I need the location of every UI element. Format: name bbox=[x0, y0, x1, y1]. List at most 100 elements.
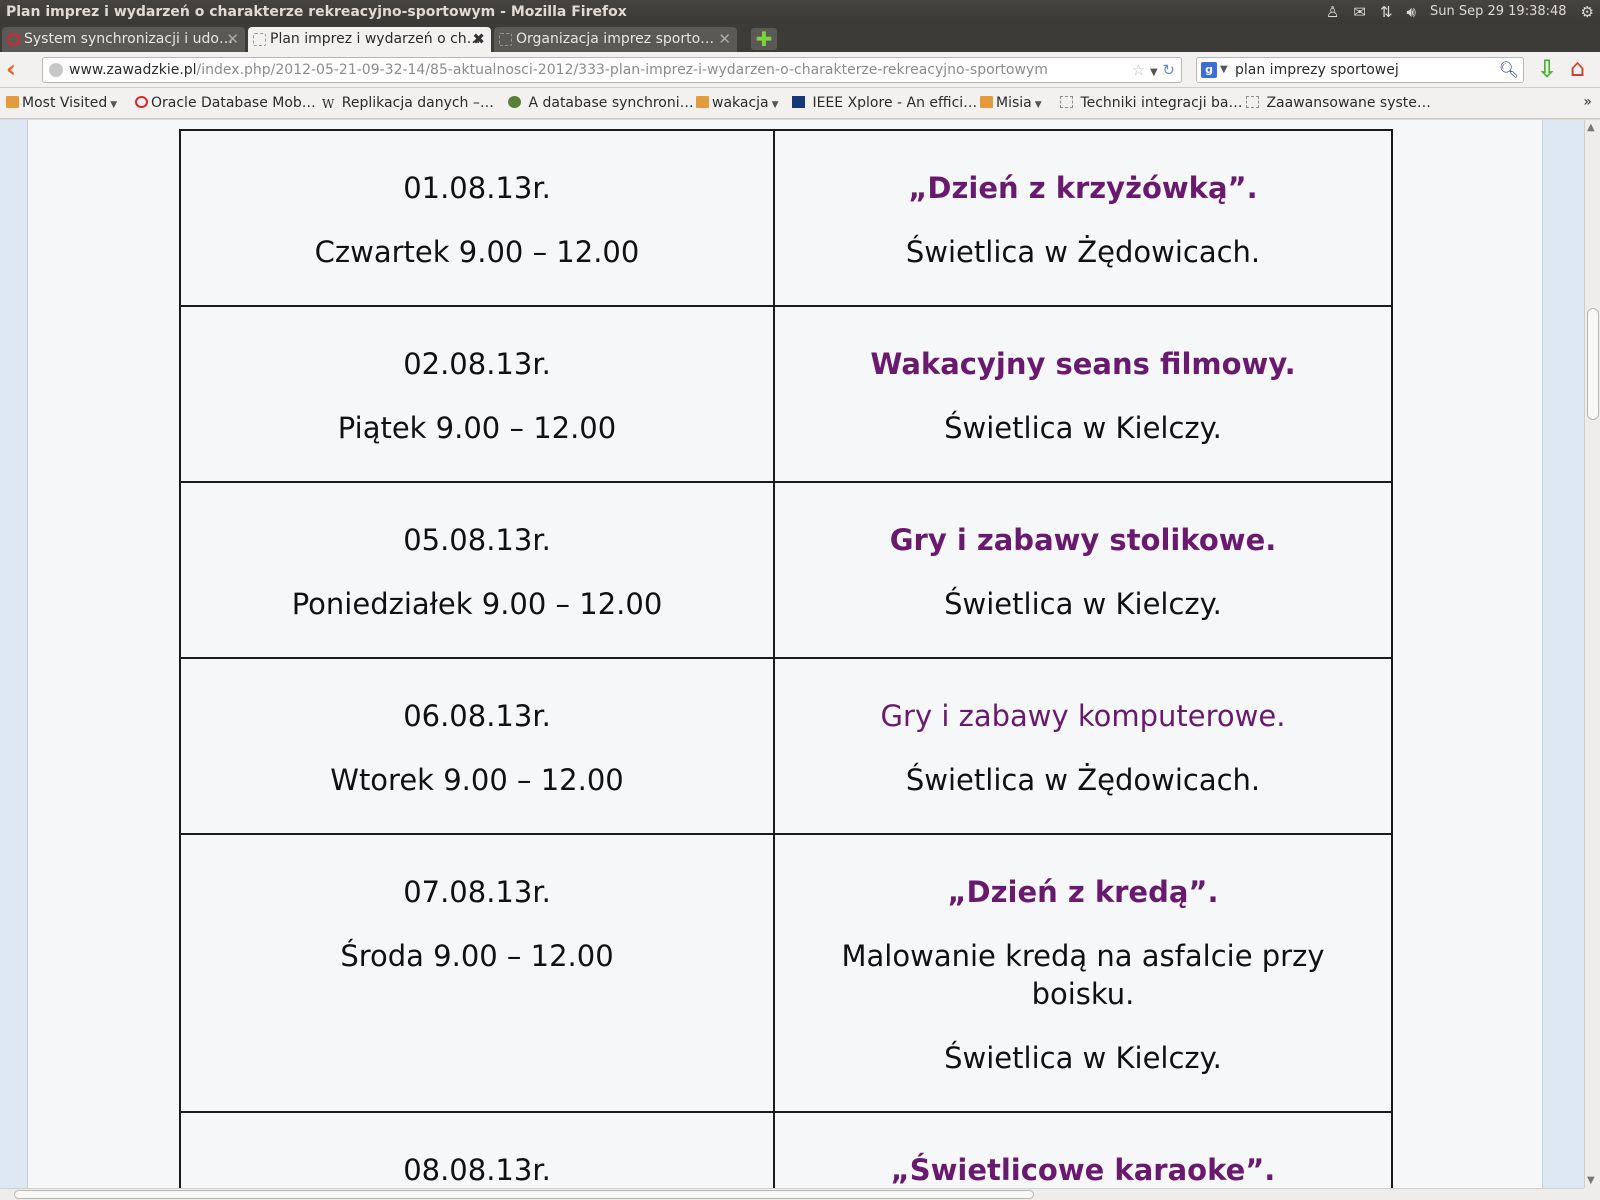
accessibility-icon[interactable]: ♙ bbox=[1326, 0, 1339, 24]
schedule-row: 07.08.13r. Środa 9.00 – 12.00 „Dzień z kre… bbox=[179, 833, 1393, 1113]
close-icon[interactable]: ✕ bbox=[226, 27, 239, 52]
close-icon[interactable]: ✖ bbox=[472, 27, 485, 52]
download-icon[interactable]: ⇩ bbox=[1537, 56, 1557, 82]
event-cell: „Dzień z kredą”. Malowanie kredą na asfal… bbox=[773, 833, 1393, 1113]
tab-bar: System synchronizacji i udo… ✕ Plan impr… bbox=[0, 24, 1600, 52]
new-tab-button[interactable]: ✚ bbox=[751, 28, 777, 50]
oracle-icon bbox=[7, 33, 20, 46]
date-cell: 01.08.13r. Czwartek 9.00 – 12.00 bbox=[179, 129, 775, 307]
bookmarks-toolbar: Most Visited ▼ Oracle Database Mob… W Rep… bbox=[0, 88, 1600, 119]
navigation-toolbar: ‹ www.zawadzkie.pl/index.php/2012-05-21-… bbox=[0, 52, 1600, 88]
event-cell: „Dzień z krzyżówką”. Świetlica w Żędowica… bbox=[773, 129, 1393, 307]
event-cell: Gry i zabawy komputerowe. Świetlica w Żęd… bbox=[773, 657, 1393, 835]
chevron-down-icon: ▼ bbox=[1034, 100, 1042, 110]
event-date: 01.08.13r. bbox=[403, 171, 551, 205]
tab-label: System synchronizacji i udo… bbox=[24, 31, 233, 47]
horizontal-scrollbar[interactable] bbox=[0, 1188, 1584, 1200]
date-cell: 08.08.13r. bbox=[179, 1111, 775, 1188]
folder-icon bbox=[6, 96, 19, 108]
search-input[interactable]: g ▼ plan imprezy sportowej 🔍︎ bbox=[1196, 57, 1524, 83]
bookmark-label: Oracle Database Mob… bbox=[151, 95, 316, 111]
chevron-down-icon[interactable]: ▼ bbox=[1150, 67, 1158, 78]
ieee-icon bbox=[792, 96, 805, 108]
event-place: Świetlica w Kielczy. bbox=[944, 1041, 1222, 1075]
bookmark-wakacja[interactable]: wakacja ▼ bbox=[696, 95, 779, 111]
tab-organizacja-imprez[interactable]: Organizacja imprez sporto… ✕ bbox=[494, 27, 737, 52]
bookmark-replikacja[interactable]: W Replikacja danych –… bbox=[322, 95, 494, 111]
gear-icon bbox=[508, 96, 521, 108]
blank-page-icon bbox=[253, 33, 266, 46]
event-title: „Świetlicowe karaoke”. bbox=[890, 1153, 1276, 1187]
bookmark-misia[interactable]: Misia ▼ bbox=[980, 95, 1042, 111]
event-details: Malowanie kredą na asfalcie przy boisku. bbox=[841, 939, 1325, 1011]
clock[interactable]: Sun Sep 29 19:38:48 bbox=[1430, 0, 1567, 24]
reload-icon[interactable]: ↻ bbox=[1162, 61, 1175, 79]
bookmark-most-visited[interactable]: Most Visited ▼ bbox=[6, 95, 117, 111]
bookmark-label: IEEE Xplore - An effici… bbox=[812, 95, 978, 111]
scroll-thumb[interactable] bbox=[14, 1190, 1034, 1199]
event-date: 08.08.13r. bbox=[403, 1153, 551, 1187]
event-place: Świetlica w Żędowicach. bbox=[905, 763, 1261, 797]
bookmark-label: Techniki integracji ba… bbox=[1080, 95, 1243, 111]
event-title: „Dzień z kredą”. bbox=[947, 875, 1219, 909]
event-date: 02.08.13r. bbox=[403, 347, 551, 381]
tab-plan-imprez[interactable]: Plan imprez i wydarzeń o ch… ✖ bbox=[248, 27, 491, 52]
schedule-row: 01.08.13r. Czwartek 9.00 – 12.00 „Dzień z … bbox=[179, 129, 1393, 307]
schedule-row: 08.08.13r. „Świetlicowe karaoke”. bbox=[179, 1111, 1393, 1188]
search-icon[interactable]: 🔍︎ bbox=[1499, 58, 1519, 82]
back-button[interactable]: ‹ bbox=[6, 57, 16, 81]
network-icon[interactable]: ⇅ bbox=[1380, 0, 1393, 24]
bookmark-oracle[interactable]: Oracle Database Mob… bbox=[135, 95, 316, 111]
vertical-scrollbar[interactable]: ▲ ▼ bbox=[1584, 120, 1600, 1188]
event-place: Świetlica w Kielczy. bbox=[944, 411, 1222, 445]
mail-icon[interactable]: ✉ bbox=[1353, 0, 1366, 24]
window-title: Plan imprez i wydarzeń o charakterze rek… bbox=[6, 4, 627, 20]
chevron-down-icon[interactable]: ▼ bbox=[1587, 1175, 1595, 1186]
gear-icon[interactable]: ⚙ bbox=[1581, 0, 1594, 24]
bookmark-database-synchroni[interactable]: A database synchroni… bbox=[508, 95, 694, 111]
chevron-down-icon[interactable]: ▼ bbox=[1220, 58, 1228, 82]
bookmark-label: Most Visited bbox=[22, 95, 108, 111]
event-time: Czwartek 9.00 – 12.00 bbox=[314, 235, 640, 269]
tab-system-synchronizacji[interactable]: System synchronizacji i udo… ✕ bbox=[2, 27, 245, 52]
blank-page-icon bbox=[1060, 96, 1073, 108]
wikipedia-icon: W bbox=[322, 97, 335, 111]
page-viewport: 01.08.13r. Czwartek 9.00 – 12.00 „Dzień z … bbox=[0, 120, 1584, 1188]
event-time: Środa 9.00 – 12.00 bbox=[340, 939, 614, 973]
event-title: Gry i zabawy komputerowe. bbox=[880, 699, 1286, 733]
window-titlebar: Plan imprez i wydarzeń o charakterze rek… bbox=[0, 0, 1600, 24]
close-icon[interactable]: ✕ bbox=[718, 27, 731, 52]
event-cell: Gry i zabawy stolikowe. Świetlica w Kielc… bbox=[773, 481, 1393, 659]
schedule-row: 02.08.13r. Piątek 9.00 – 12.00 Wakacyjny s… bbox=[179, 305, 1393, 483]
chevron-right-icon[interactable]: » bbox=[1583, 94, 1592, 110]
chevron-up-icon[interactable]: ▲ bbox=[1587, 122, 1595, 133]
system-tray: ♙ ✉ ⇅ 🔊︎ Sun Sep 29 19:38:48 ⚙ bbox=[1326, 0, 1594, 24]
volume-icon[interactable]: 🔊︎ bbox=[1407, 0, 1416, 24]
bookmark-label: wakacja bbox=[712, 95, 769, 111]
home-icon[interactable]: ⌂ bbox=[1570, 54, 1585, 82]
globe-icon bbox=[49, 63, 63, 77]
star-icon[interactable]: ☆ bbox=[1132, 61, 1145, 79]
scroll-thumb[interactable] bbox=[1587, 308, 1599, 420]
event-date: 06.08.13r. bbox=[403, 699, 551, 733]
bookmark-label: Replikacja danych –… bbox=[341, 95, 494, 111]
url-host: www.zawadzkie.pl bbox=[69, 62, 197, 78]
schedule-row: 05.08.13r. Poniedziałek 9.00 – 12.00 Gry i… bbox=[179, 481, 1393, 659]
event-time: Wtorek 9.00 – 12.00 bbox=[330, 763, 624, 797]
date-cell: 06.08.13r. Wtorek 9.00 – 12.00 bbox=[179, 657, 775, 835]
date-cell: 02.08.13r. Piątek 9.00 – 12.00 bbox=[179, 305, 775, 483]
google-icon[interactable]: g bbox=[1201, 62, 1217, 78]
bookmark-techniki[interactable]: Techniki integracji ba… bbox=[1060, 95, 1243, 111]
oracle-icon bbox=[135, 96, 148, 108]
bookmark-zaawansowane[interactable]: Zaawansowane syste… bbox=[1246, 95, 1431, 111]
folder-icon bbox=[696, 96, 709, 108]
bookmark-label: Misia bbox=[996, 95, 1032, 111]
bookmark-label: Zaawansowane syste… bbox=[1266, 95, 1431, 111]
url-bar[interactable]: www.zawadzkie.pl/index.php/2012-05-21-09… bbox=[42, 57, 1182, 83]
blank-page-icon bbox=[1246, 96, 1259, 108]
date-cell: 07.08.13r. Środa 9.00 – 12.00 bbox=[179, 833, 775, 1113]
bookmark-ieee[interactable]: IEEE Xplore - An effici… bbox=[792, 95, 977, 111]
event-time: Piątek 9.00 – 12.00 bbox=[337, 411, 617, 445]
tab-label: Organizacja imprez sporto… bbox=[516, 31, 715, 47]
schedule-table: 01.08.13r. Czwartek 9.00 – 12.00 „Dzień z … bbox=[179, 129, 1393, 1188]
